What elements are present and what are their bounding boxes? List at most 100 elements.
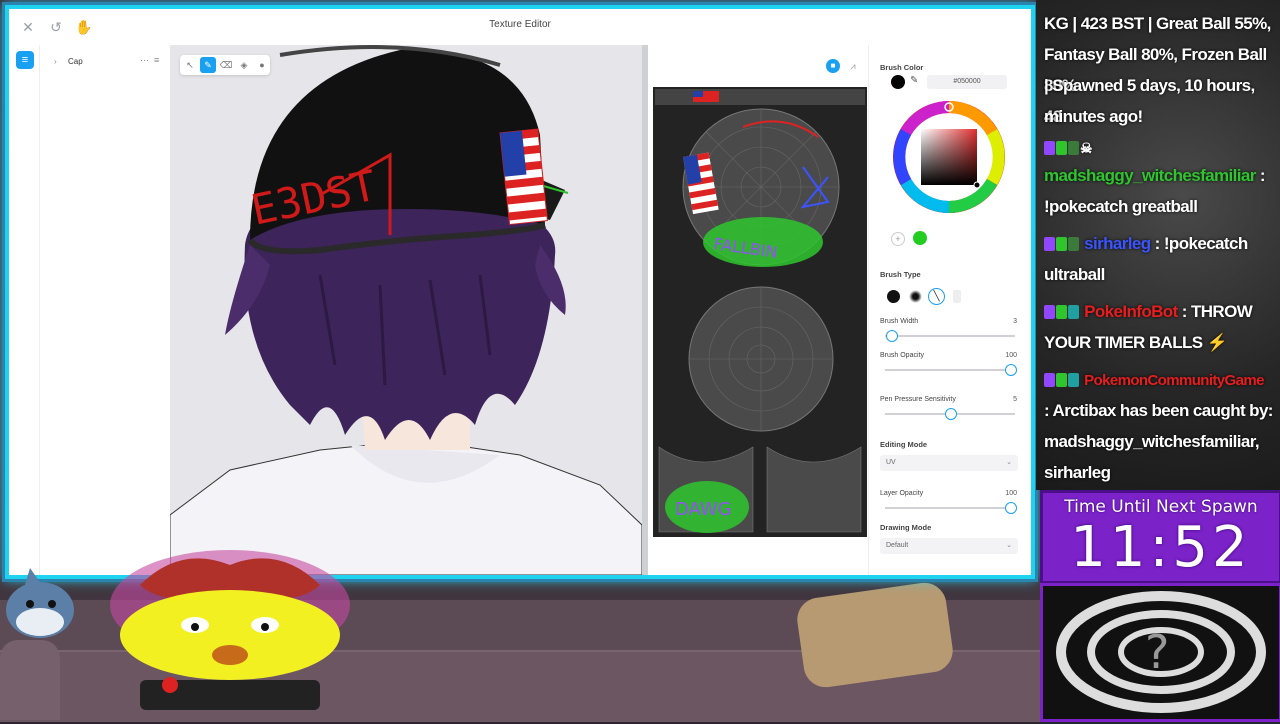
badge-icon — [1068, 305, 1079, 319]
brush-tool-icon[interactable]: ✎ — [200, 57, 216, 73]
chat-text: : Arctibax has been caught by: — [1044, 401, 1273, 420]
badge-icon — [1068, 373, 1079, 387]
badge-icon — [1056, 373, 1067, 387]
chevron-right-icon[interactable]: › — [54, 57, 57, 66]
layers-icon[interactable]: ≡ — [16, 51, 34, 69]
chat-overlay: KG | 423 BST | Great Ball 55%, Fantasy B… — [1036, 0, 1280, 490]
editing-mode-value: UV — [886, 459, 896, 466]
badge-icon — [1068, 237, 1079, 251]
pen-pressure-knob[interactable] — [945, 408, 957, 420]
lightning-icon: ⚡ — [1206, 333, 1228, 352]
chat-text: madshaggy_witchesfamiliar, — [1044, 432, 1260, 451]
chat-text: : !pokecatch — [1150, 234, 1249, 253]
chat-message: madshaggy_witchesfamiliar : — [1044, 160, 1274, 191]
mascot-avatar — [110, 550, 350, 710]
color-wheel[interactable] — [891, 99, 1007, 215]
editing-mode-label: Editing Mode — [880, 440, 928, 449]
brush-opacity-knob[interactable] — [1005, 364, 1017, 376]
brush-width-label: Brush Width — [880, 318, 919, 325]
shark-plush — [6, 568, 74, 638]
chat-text: : — [1255, 166, 1266, 185]
window-title: Texture Editor — [489, 19, 551, 30]
eraser-tool-icon[interactable]: ⌫ — [218, 57, 234, 73]
pen-pressure-label: Pen Pressure Sensitivity — [880, 396, 956, 403]
brush-color-label: Brush Color — [880, 63, 924, 72]
brush-hard-icon[interactable] — [887, 290, 900, 303]
chat-text: YOUR TIMER BALLS — [1044, 333, 1203, 352]
chevron-down-icon: ⌄ — [1006, 459, 1012, 466]
brush-width-track[interactable] — [885, 335, 1015, 337]
3d-viewport[interactable]: E3DST ↖ ✎ ⌫ ◈ ● — [170, 45, 642, 575]
layer-opacity-track[interactable] — [885, 507, 1015, 509]
badge-icon — [1056, 141, 1067, 155]
chat-message: PokemonCommunityGame — [1044, 364, 1274, 396]
drawing-mode-select[interactable]: Default ⌄ — [880, 538, 1018, 554]
uv-view-icon[interactable]: ■ — [826, 59, 840, 73]
tree-item-label: Cap — [68, 57, 83, 66]
badge-icon — [1056, 237, 1067, 251]
brush-soft-icon[interactable] — [909, 290, 922, 303]
add-color-icon[interactable]: + — [891, 232, 905, 246]
brush-texture-icon[interactable] — [953, 290, 961, 303]
dropper-tool-icon[interactable]: ● — [254, 57, 270, 73]
mystery-swirl-icon: ? — [1056, 591, 1266, 713]
badge-icon — [1056, 305, 1067, 319]
chat-text: !pokecatch greatball — [1044, 197, 1198, 216]
badge-icon — [1068, 141, 1079, 155]
badge-icon — [1044, 237, 1055, 251]
layer-opacity-label: Layer Opacity — [880, 490, 924, 497]
uv-graffiti-text-2: DAWG — [675, 499, 732, 520]
select-tool-icon[interactable]: ↖ — [182, 57, 198, 73]
brush-width-value[interactable]: 3 — [985, 318, 1017, 325]
tool-bar: ↖ ✎ ⌫ ◈ ● — [180, 55, 270, 75]
object-tree: › Cap ⋯ ≡ — [40, 45, 171, 575]
chevron-down-icon: ⌄ — [1006, 542, 1012, 549]
layer-opacity-knob[interactable] — [1005, 502, 1017, 514]
split-view-icon[interactable]: ⩘ — [846, 59, 860, 73]
chat-text: KG | 423 BST | Great Ball 55%, — [1044, 14, 1271, 33]
titlebar: ✕ ↺ ✋ Texture Editor — [9, 9, 1031, 46]
badge-icon — [1044, 305, 1055, 319]
chat-text: ultraball — [1044, 265, 1105, 284]
chat-text: minutes ago! — [1044, 107, 1143, 126]
drawing-mode-label: Drawing Mode — [880, 523, 932, 532]
pen-pressure-value[interactable]: 5 — [985, 396, 1017, 403]
chat-message: sirharleg : !pokecatch — [1044, 228, 1274, 259]
secondary-color-swatch[interactable] — [913, 231, 927, 245]
brush-type-label: Brush Type — [880, 270, 921, 279]
texture-editor-window: ✕ ↺ ✋ Texture Editor ≡ › Cap ⋯ ≡ E3DST ↖… — [5, 5, 1035, 579]
eyedropper-icon[interactable]: ✎ — [910, 75, 918, 86]
avatar-model: E3DST — [170, 45, 642, 575]
bucket-tool-icon[interactable]: ◈ — [236, 57, 252, 73]
drawing-mode-value: Default — [886, 542, 909, 549]
tree-item-cap[interactable]: › Cap ⋯ ≡ — [40, 55, 170, 71]
chat-text: sirharleg — [1044, 463, 1111, 482]
editing-mode-select[interactable]: UV ⌄ — [880, 455, 1018, 471]
chat-message: YOUR TIMER BALLS ⚡ — [1044, 327, 1274, 358]
brush-width-knob[interactable] — [886, 330, 898, 342]
brush-opacity-track[interactable] — [885, 369, 1015, 371]
uv-canvas[interactable]: FALLBIN DAWG — [653, 87, 867, 537]
chat-username[interactable]: PokeInfoBot — [1084, 302, 1178, 321]
layer-opacity-value[interactable]: 100 — [985, 490, 1017, 497]
svg-text:?: ? — [1145, 625, 1169, 679]
timer-value: 11:52 — [1070, 515, 1252, 580]
skull-icon: ☠ — [1080, 140, 1093, 156]
chat-username[interactable]: PokemonCommunityGame — [1084, 372, 1264, 389]
couch-arm — [0, 640, 60, 720]
primary-color-swatch[interactable] — [891, 75, 905, 89]
chat-username[interactable]: madshaggy_witchesfamiliar — [1044, 166, 1256, 185]
saturation-knob[interactable] — [973, 181, 981, 189]
brush-opacity-value[interactable]: 100 — [985, 352, 1017, 359]
settings-icon[interactable]: ≡ — [154, 55, 159, 65]
timer-label: Time Until Next Spawn — [1064, 497, 1258, 517]
brush-opacity-label: Brush Opacity — [880, 352, 924, 359]
more-icon[interactable]: ⋯ — [140, 55, 149, 66]
badge-icon — [1044, 373, 1055, 387]
chat-text: : THROW — [1177, 302, 1253, 321]
chat-message: PokeInfoBot : THROW — [1044, 296, 1274, 327]
hex-input[interactable]: #050000 — [927, 75, 1007, 89]
chat-username[interactable]: sirharleg — [1084, 234, 1151, 253]
brush-pen-icon[interactable]: ╲ — [928, 288, 945, 305]
left-rail: ≡ — [9, 45, 40, 575]
